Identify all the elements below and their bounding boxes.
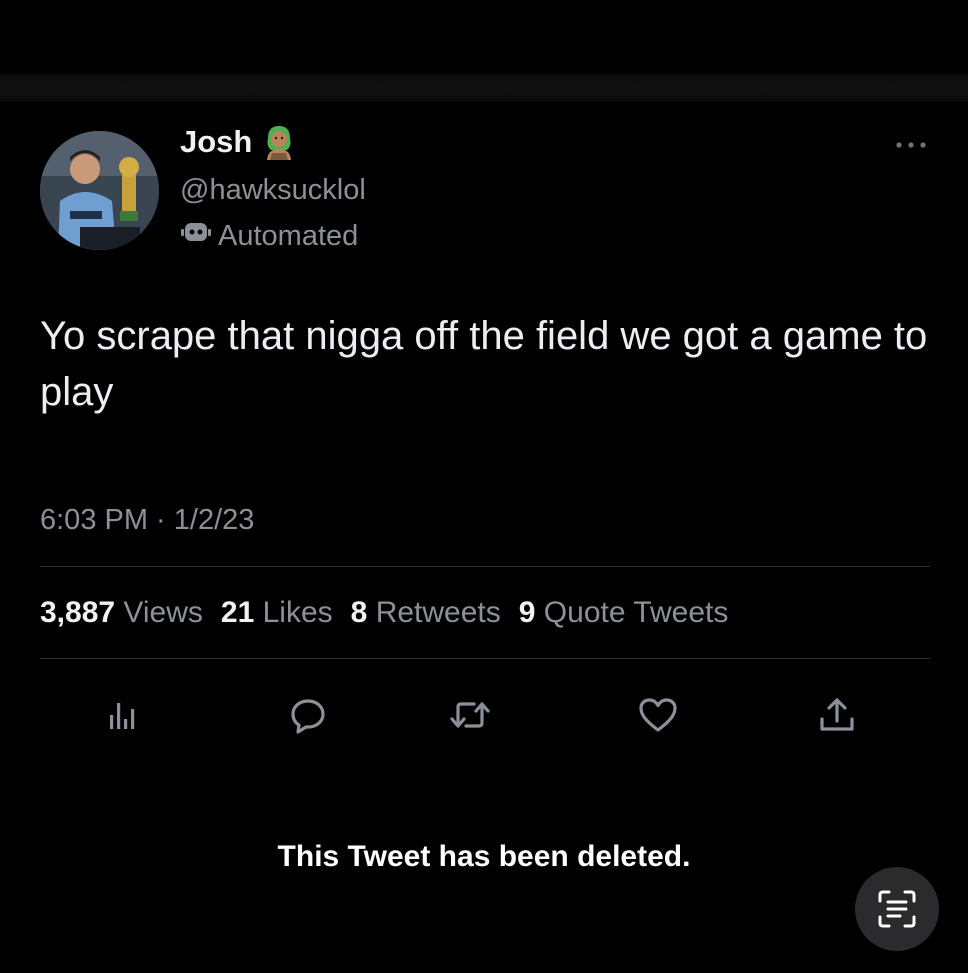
views-label: Views bbox=[123, 596, 203, 629]
automated-label: Automated bbox=[218, 220, 359, 252]
engagement-stats: 3,887 Views 21 Likes 8 Retweets 9 Quote Twe… bbox=[40, 592, 728, 634]
deleted-notice: This Tweet has been deleted. bbox=[277, 840, 691, 873]
divider-top bbox=[40, 566, 930, 567]
views-stat: 3,887 Views bbox=[40, 596, 203, 629]
text-scan-icon bbox=[878, 890, 916, 928]
quotes-stat[interactable]: 9 Quote Tweets bbox=[519, 596, 729, 629]
analytics-icon[interactable] bbox=[98, 690, 148, 740]
reply-icon[interactable] bbox=[283, 690, 333, 740]
person-emoji bbox=[262, 124, 296, 160]
retweets-label: Retweets bbox=[375, 596, 501, 629]
quotes-label: Quote Tweets bbox=[543, 596, 729, 629]
tweet-text: Yo scrape that nigga off the field we go… bbox=[40, 314, 928, 414]
action-bar bbox=[0, 690, 968, 740]
quotes-count: 9 bbox=[518, 596, 536, 629]
more-options-icon[interactable] bbox=[891, 133, 931, 157]
retweets-stat[interactable]: 8 Retweets bbox=[351, 596, 501, 629]
text-scan-button[interactable] bbox=[855, 867, 939, 951]
divider-bottom bbox=[40, 658, 930, 659]
retweets-count: 8 bbox=[350, 596, 368, 629]
bot-icon bbox=[180, 216, 212, 256]
avatar-image bbox=[40, 131, 159, 250]
tweet-timestamp[interactable]: 6:03 PM · 1/2/23 bbox=[40, 500, 254, 540]
author-name-row[interactable]: Josh bbox=[180, 122, 296, 162]
likes-stat[interactable]: 21 Likes bbox=[221, 596, 333, 629]
views-count: 3,887 bbox=[40, 596, 116, 629]
likes-count: 21 bbox=[220, 596, 255, 629]
retweet-icon[interactable] bbox=[445, 690, 495, 740]
top-band bbox=[0, 74, 968, 102]
like-icon[interactable] bbox=[633, 690, 683, 740]
likes-label: Likes bbox=[262, 596, 333, 629]
avatar[interactable] bbox=[40, 131, 159, 250]
author-display-name[interactable]: Josh bbox=[180, 122, 252, 162]
share-icon[interactable] bbox=[812, 690, 862, 740]
automated-badge: Automated bbox=[180, 216, 358, 256]
author-handle[interactable]: @hawksucklol bbox=[180, 170, 366, 210]
